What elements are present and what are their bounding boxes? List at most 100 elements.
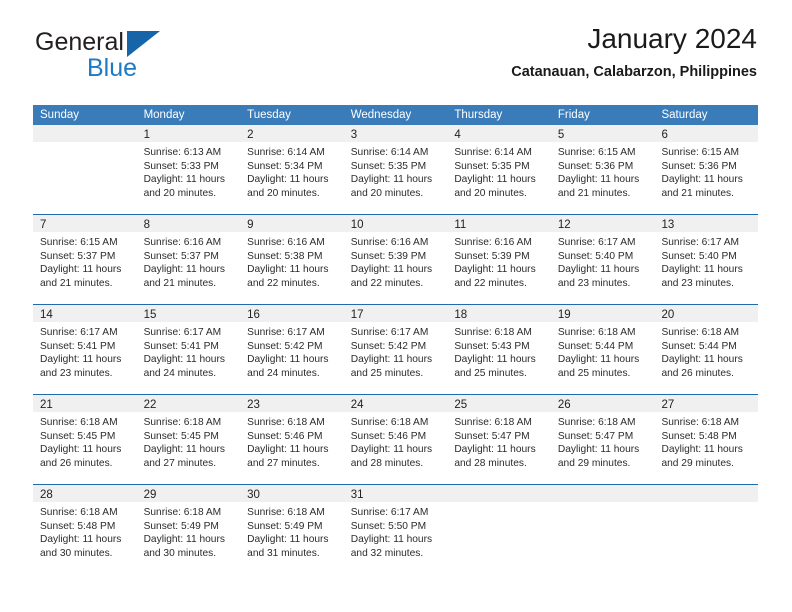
day-details: Sunrise: 6:14 AM Sunset: 5:35 PM Daylight:… <box>447 142 551 200</box>
daylight-text-line2: and 23 minutes. <box>557 277 631 289</box>
daylight-text-line1: Daylight: 11 hours <box>557 264 640 275</box>
sunset-text: Sunset: 5:39 PM <box>350 250 427 262</box>
day-number: 3 <box>350 129 358 141</box>
daylight-text-line1: Daylight: 11 hours <box>350 174 433 185</box>
day-cell-31[interactable]: 31 Sunrise: 6:17 AM Sunset: 5:50 PM Dayligh… <box>343 485 448 574</box>
daylight-text-line1: Daylight: 11 hours <box>143 264 225 275</box>
day-cell-12[interactable]: 12 Sunrise: 6:17 AM Sunset: 5:40 PM Dayligh… <box>550 215 655 304</box>
day-number-band: 11 <box>447 215 551 232</box>
sunrise-text: Sunrise: 6:18 AM <box>143 507 222 518</box>
day-number-band: 14 <box>33 305 137 322</box>
daylight-text-line1: Daylight: 11 hours <box>661 354 743 365</box>
sunset-text: Sunset: 5:38 PM <box>247 250 323 262</box>
title-block: January 2024 Catanauan, Calabarzon, Phil… <box>511 22 757 81</box>
day-number-band: 1 <box>136 125 241 142</box>
sunrise-text: Sunrise: 6:18 AM <box>143 417 222 428</box>
day-details: Sunrise: 6:17 AM Sunset: 5:40 PM Daylight:… <box>551 232 655 290</box>
day-cell-24[interactable]: 24 Sunrise: 6:18 AM Sunset: 5:46 PM Dayligh… <box>343 395 448 484</box>
sunrise-text: Sunrise: 6:18 AM <box>557 327 636 338</box>
day-details: Sunrise: 6:18 AM Sunset: 5:46 PM Daylight:… <box>240 412 344 470</box>
sunset-text: Sunset: 5:35 PM <box>454 160 530 172</box>
day-number-band: 19 <box>550 305 655 322</box>
day-number-band: 18 <box>447 305 551 322</box>
day-number-band: 23 <box>240 395 344 412</box>
sunset-text: Sunset: 5:45 PM <box>143 430 219 442</box>
sunrise-text: Sunrise: 6:18 AM <box>557 417 636 428</box>
daylight-text-line2: and 25 minutes. <box>350 367 424 379</box>
daylight-text-line1: Daylight: 11 hours <box>454 444 536 455</box>
day-details: Sunrise: 6:17 AM Sunset: 5:41 PM Daylight:… <box>33 322 137 380</box>
day-cell-28[interactable]: 28 Sunrise: 6:18 AM Sunset: 5:48 PM Dayligh… <box>33 485 137 574</box>
day-cell-26[interactable]: 26 Sunrise: 6:18 AM Sunset: 5:47 PM Dayligh… <box>550 395 655 484</box>
day-number-band: 13 <box>654 215 759 232</box>
day-details: Sunrise: 6:17 AM Sunset: 5:42 PM Daylight:… <box>344 322 448 380</box>
day-cell-4[interactable]: 4 Sunrise: 6:14 AM Sunset: 5:35 PM Daylight… <box>447 125 551 214</box>
day-cell-10[interactable]: 10 Sunrise: 6:16 AM Sunset: 5:39 PM Dayligh… <box>343 215 448 304</box>
sunset-text: Sunset: 5:37 PM <box>143 250 219 262</box>
day-number-band: 20 <box>654 305 759 322</box>
day-number: 17 <box>350 309 364 321</box>
daylight-text-line2: and 21 minutes. <box>40 277 113 289</box>
sunset-text: Sunset: 5:36 PM <box>557 160 634 172</box>
day-cell-11[interactable]: 11 Sunrise: 6:16 AM Sunset: 5:39 PM Dayligh… <box>447 215 551 304</box>
day-cell-23[interactable]: 23 Sunrise: 6:18 AM Sunset: 5:46 PM Dayligh… <box>240 395 344 484</box>
day-number: 4 <box>454 129 461 141</box>
day-cell-2[interactable]: 2 Sunrise: 6:14 AM Sunset: 5:34 PM Daylight… <box>240 125 344 214</box>
day-number: 2 <box>247 129 254 141</box>
daylight-text-line1: Daylight: 11 hours <box>350 354 433 365</box>
day-cell-17[interactable]: 17 Sunrise: 6:17 AM Sunset: 5:42 PM Dayligh… <box>343 305 448 394</box>
day-number-band: 16 <box>240 305 344 322</box>
day-cell-19[interactable]: 19 Sunrise: 6:18 AM Sunset: 5:44 PM Dayligh… <box>550 305 655 394</box>
calendar-week-row: 7 Sunrise: 6:15 AM Sunset: 5:37 PM Daylight… <box>33 214 759 304</box>
day-cell-25[interactable]: 25 Sunrise: 6:18 AM Sunset: 5:47 PM Dayligh… <box>447 395 551 484</box>
day-cell-29[interactable]: 29 Sunrise: 6:18 AM Sunset: 5:49 PM Dayligh… <box>136 485 241 574</box>
day-details: Sunrise: 6:17 AM Sunset: 5:50 PM Daylight:… <box>344 502 448 560</box>
day-cell-3[interactable]: 3 Sunrise: 6:14 AM Sunset: 5:35 PM Daylight… <box>343 125 448 214</box>
day-number-band: 8 <box>136 215 241 232</box>
day-number: 7 <box>40 219 47 231</box>
sunrise-text: Sunrise: 6:15 AM <box>661 147 740 158</box>
day-cell-5[interactable]: 5 Sunrise: 6:15 AM Sunset: 5:36 PM Daylight… <box>550 125 655 214</box>
day-number-band: 5 <box>550 125 655 142</box>
daylight-text-line1: Daylight: 11 hours <box>247 534 329 545</box>
day-details: Sunrise: 6:18 AM Sunset: 5:47 PM Daylight:… <box>551 412 655 470</box>
daylight-text-line2: and 24 minutes. <box>247 367 320 379</box>
sunrise-text: Sunrise: 6:18 AM <box>454 417 532 428</box>
daylight-text-line1: Daylight: 11 hours <box>454 354 536 365</box>
general-blue-logo[interactable]: General Blue <box>33 27 213 87</box>
day-cell-18[interactable]: 18 Sunrise: 6:18 AM Sunset: 5:43 PM Dayligh… <box>447 305 551 394</box>
day-cell-30[interactable]: 30 Sunrise: 6:18 AM Sunset: 5:49 PM Dayligh… <box>240 485 344 574</box>
daylight-text-line2: and 29 minutes. <box>661 457 734 469</box>
day-cell-6[interactable]: 6 Sunrise: 6:15 AM Sunset: 5:36 PM Daylight… <box>654 125 759 214</box>
day-cell-1[interactable]: 1 Sunrise: 6:13 AM Sunset: 5:33 PM Daylight… <box>136 125 241 214</box>
sunset-text: Sunset: 5:33 PM <box>143 160 219 172</box>
day-cell-14[interactable]: 14 Sunrise: 6:17 AM Sunset: 5:41 PM Dayligh… <box>33 305 137 394</box>
day-cell-8[interactable]: 8 Sunrise: 6:16 AM Sunset: 5:37 PM Daylight… <box>136 215 241 304</box>
day-number-band: 27 <box>654 395 759 412</box>
day-number-band: 9 <box>240 215 344 232</box>
day-cell-13[interactable]: 13 Sunrise: 6:17 AM Sunset: 5:40 PM Dayligh… <box>654 215 759 304</box>
sunset-text: Sunset: 5:40 PM <box>661 250 737 262</box>
day-cell-7[interactable]: 7 Sunrise: 6:15 AM Sunset: 5:37 PM Daylight… <box>33 215 137 304</box>
sunrise-text: Sunrise: 6:15 AM <box>557 147 636 158</box>
day-cell-27[interactable]: 27 Sunrise: 6:18 AM Sunset: 5:48 PM Dayligh… <box>654 395 759 484</box>
day-cell-22[interactable]: 22 Sunrise: 6:18 AM Sunset: 5:45 PM Dayligh… <box>136 395 241 484</box>
day-cell-20[interactable]: 20 Sunrise: 6:18 AM Sunset: 5:44 PM Dayligh… <box>654 305 759 394</box>
daylight-text-line1: Daylight: 11 hours <box>143 174 225 185</box>
sunset-text: Sunset: 5:46 PM <box>247 430 323 442</box>
day-number: 18 <box>454 309 468 321</box>
sunrise-text: Sunrise: 6:14 AM <box>247 147 325 158</box>
daylight-text-line2: and 25 minutes. <box>454 367 527 379</box>
day-details: Sunrise: 6:18 AM Sunset: 5:47 PM Daylight:… <box>447 412 551 470</box>
sunset-text: Sunset: 5:48 PM <box>661 430 737 442</box>
sunrise-text: Sunrise: 6:18 AM <box>350 417 429 428</box>
day-number-band: 4 <box>447 125 551 142</box>
day-cell-9[interactable]: 9 Sunrise: 6:16 AM Sunset: 5:38 PM Daylight… <box>240 215 344 304</box>
day-number-band: 17 <box>343 305 448 322</box>
day-number: 11 <box>454 219 467 231</box>
day-cell-15[interactable]: 15 Sunrise: 6:17 AM Sunset: 5:41 PM Dayligh… <box>136 305 241 394</box>
day-cell-21[interactable]: 21 Sunrise: 6:18 AM Sunset: 5:45 PM Dayligh… <box>33 395 137 484</box>
daylight-text-line2: and 20 minutes. <box>350 187 424 199</box>
daylight-text-line2: and 27 minutes. <box>247 457 320 469</box>
day-cell-16[interactable]: 16 Sunrise: 6:17 AM Sunset: 5:42 PM Dayligh… <box>240 305 344 394</box>
